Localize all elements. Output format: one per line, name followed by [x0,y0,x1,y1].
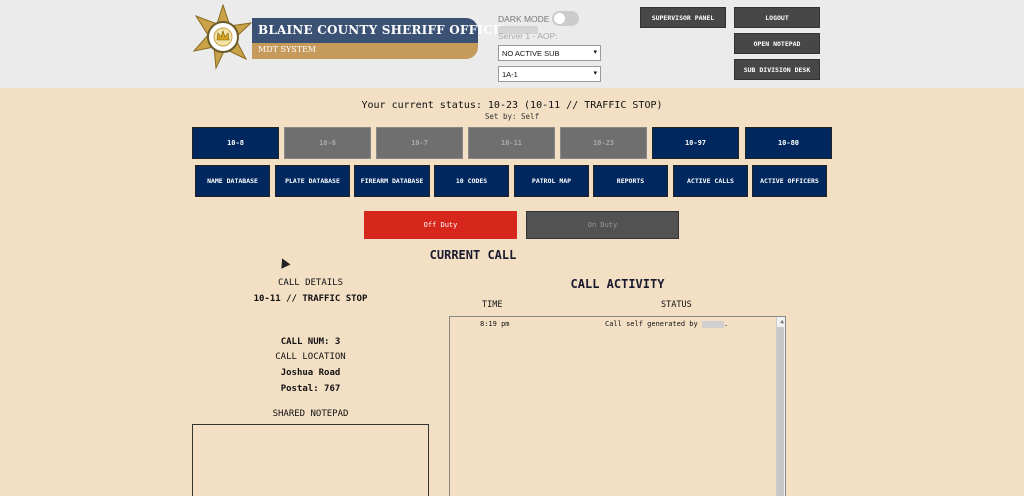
agency-name: BLAINE COUNTY SHERIFF OFFICE [252,18,502,43]
call-details-label: CALL DETAILS [277,278,344,288]
code-button-10-8[interactable]: 10-8 [192,127,279,159]
supervisor-panel-button[interactable]: SUPERVISOR PANEL [640,7,726,28]
activity-status-header: STATUS [661,300,692,310]
scroll-up-icon[interactable]: ▲ [780,318,784,325]
logout-button[interactable]: LOGOUT [734,7,820,28]
sub-select-value: NO ACTIVE SUB [502,49,560,58]
off-duty-button[interactable]: Off Duty [364,211,517,239]
unit-select[interactable]: 1A-1 ▾ [498,66,601,82]
firearm-database-button[interactable]: FIREARM DATABASE [354,165,430,197]
call-location-label: CALL LOCATION [275,352,346,362]
current-status-text: Your current status: 10-23 (10-11 // TRA… [361,100,663,111]
sub-division-desk-button[interactable]: SUB DIVISION DESK [734,59,820,80]
call-location-value: Joshua Road [280,368,341,378]
code-button-10-80[interactable]: 10-80 [745,127,832,159]
plate-database-button[interactable]: PLATE DATABASE [275,165,350,197]
dark-mode-toggle[interactable] [552,11,580,26]
on-duty-button[interactable]: On Duty [526,211,679,239]
redacted-text [701,320,724,328]
name-database-button[interactable]: NAME DATABASE [195,165,270,197]
unit-select-value: 1A-1 [502,70,518,79]
activity-time-header: TIME [482,300,503,310]
active-officers-button[interactable]: ACTIVE OFFICERS [752,165,827,197]
call-postal: Postal: 767 [280,384,341,394]
patrol-map-button[interactable]: PATROL MAP [514,165,589,197]
shared-notepad-textarea[interactable] [192,424,429,496]
status-set-by: Set by: Self [484,112,540,121]
code-button-10-6[interactable]: 10-6 [284,127,371,159]
call-number: CALL NUM: 3 [280,337,341,347]
code-button-10-97[interactable]: 10-97 [652,127,739,159]
header-bar: BLAINE COUNTY SHERIFF OFFICE MDT SYSTEM … [0,0,1024,88]
call-details-value: 10-11 // TRAFFIC STOP [253,294,368,304]
call-activity-log[interactable]: 8:19 pm Call self generated by . ▲ [449,316,786,496]
code-button-10-23[interactable]: 10-23 [560,127,647,159]
chevron-down-icon: ▾ [593,49,597,56]
system-name: MDT SYSTEM [252,43,478,59]
code-button-10-7[interactable]: 10-7 [376,127,463,159]
reports-button[interactable]: REPORTS [593,165,668,197]
activity-row-status-text: Call self generated by [605,320,698,328]
scroll-thumb[interactable] [777,327,784,496]
call-activity-heading: CALL ACTIVITY [570,277,665,291]
agency-banner: BLAINE COUNTY SHERIFF OFFICE MDT SYSTEM [252,18,502,59]
dark-mode-label: DARK MODE [498,13,550,24]
activity-row-status: Call self generated by . [605,320,729,328]
sheriff-badge-logo [192,4,253,70]
current-call-heading: CURRENT CALL [429,248,517,262]
chevron-down-icon: ▾ [593,70,597,77]
open-notepad-button[interactable]: OPEN NOTEPAD [734,33,820,54]
ten-codes-button[interactable]: 10 CODES [434,165,509,197]
active-calls-button[interactable]: ACTIVE CALLS [673,165,748,197]
code-button-10-11[interactable]: 10-11 [468,127,555,159]
dark-mode-control: DARK MODE [498,11,580,26]
activity-row-time: 8:19 pm [480,320,510,328]
server-label: Server 1 - AOP: [498,31,558,41]
shared-notepad-label: SHARED NOTEPAD [272,409,349,419]
sub-select[interactable]: NO ACTIVE SUB ▾ [498,45,601,61]
log-scrollbar[interactable]: ▲ [776,317,785,496]
